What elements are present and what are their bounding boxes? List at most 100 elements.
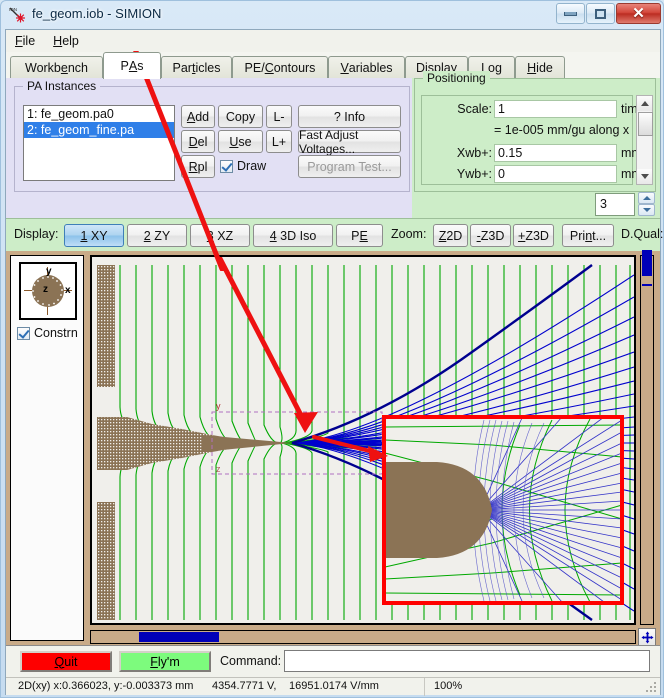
maximize-icon (595, 8, 606, 19)
tab-workbench[interactable]: Workb e nch (10, 56, 103, 78)
flym-label: Fly'm (150, 654, 180, 669)
tab-pe-contours[interactable]: PE/Contours (232, 56, 328, 78)
field-plot-canvas[interactable]: y z (90, 255, 636, 625)
status-voltage: 4354.7771 V, (212, 680, 277, 692)
rpl-label: Rpl (188, 159, 208, 174)
scale-label: Scale: (457, 102, 492, 116)
view-xz-button[interactable]: 3 XZ (190, 224, 250, 247)
positioning-group: Positioning Scale: times = 1e-005 mm/gu … (414, 71, 656, 192)
tab-strip: Workb e nch PAs Par t icles PE/Contours Vari… (10, 52, 660, 79)
window-title: fe_geom.iob - SIMION (32, 6, 162, 21)
scroll-down-arrow-icon[interactable] (637, 169, 652, 184)
ywb-label: Ywb+: (456, 167, 492, 181)
command-label: Command: (220, 654, 282, 668)
flym-button[interactable]: Fly'm (119, 651, 211, 672)
resize-grip-icon[interactable] (646, 682, 658, 694)
xwb-input[interactable] (494, 144, 617, 162)
copy-button[interactable]: Copy (218, 105, 263, 128)
dqual-spin-up[interactable] (638, 192, 655, 204)
status-separator (424, 678, 425, 696)
dqual-spinner[interactable] (638, 192, 655, 216)
view-xz-label: 3 XZ (206, 228, 234, 243)
display-toolbar: Display: 1 XY 2 ZY 3 XZ 4 3D Iso PE Zoom… (6, 218, 664, 251)
fast-adjust-label: Fast Adjust Voltages... (299, 127, 359, 156)
close-button[interactable]: ✕ (616, 3, 661, 24)
fast-adjust-voltages-button[interactable]: Fast Adjust Voltages... (298, 127, 401, 156)
axis-orientation-widget[interactable]: y x z (19, 262, 77, 320)
layer-plus-button[interactable]: L+ (266, 130, 292, 153)
list-item[interactable]: 1: fe_geom.pa0 (24, 106, 174, 122)
zoom-z2d-button[interactable]: Z2D (433, 224, 468, 247)
scroll-up-arrow-icon[interactable] (637, 96, 652, 111)
view-xy-button[interactable]: 1 XY (64, 224, 124, 247)
positioning-scrollbar[interactable] (636, 95, 653, 185)
zoom-minus-z3d-button[interactable]: -Z3D (470, 224, 511, 247)
lplus-label: L+ (271, 134, 287, 149)
layer-minus-button[interactable]: L- (266, 105, 292, 128)
tab-variables[interactable]: Variables (328, 56, 405, 78)
quit-label: Quit (54, 654, 78, 669)
status-zoom-percent: 100% (434, 680, 463, 692)
pa-instances-title: PA Instances (23, 79, 101, 93)
copy-label: Copy (225, 109, 256, 124)
maximize-button[interactable] (586, 3, 615, 24)
draw-checkbox-box (220, 159, 233, 173)
canvas-horizontal-scrollbar[interactable] (90, 630, 636, 644)
positioning-scroll-thumb[interactable] (638, 112, 653, 136)
pa-instances-group: PA Instances 1: fe_geom.pa0 2: fe_geom_f… (14, 79, 410, 192)
pe-button[interactable]: PE (336, 224, 383, 247)
minimize-button[interactable] (556, 3, 585, 24)
ywb-input[interactable] (494, 165, 617, 183)
pa-instances-list[interactable]: 1: fe_geom.pa0 2: fe_geom_fine.pa (23, 105, 175, 181)
info-label: ? Info (333, 109, 366, 124)
menu-item-file[interactable]: File (6, 32, 44, 50)
lminus-label: L- (273, 109, 285, 124)
scale-input[interactable] (494, 100, 617, 118)
pz3d-label: +Z3D (518, 228, 549, 243)
canvas-vscroll-thumb[interactable] (642, 250, 652, 276)
info-button[interactable]: ? Info (298, 105, 401, 128)
status-coordinates: 2D(xy) x:0.366023, y:-0.003373 mm (18, 680, 194, 692)
close-icon: ✕ (632, 5, 645, 22)
tab-pas[interactable]: PAs (103, 52, 161, 79)
dqual-spin-down[interactable] (638, 204, 655, 216)
view-3d-iso-button[interactable]: 4 3D Iso (253, 224, 333, 247)
view-zy-button[interactable]: 2 ZY (127, 224, 187, 247)
z2d-label: Z2D (438, 228, 463, 243)
dqual-input[interactable]: 3 (595, 193, 635, 216)
draw-checkbox[interactable]: Draw (220, 159, 266, 173)
del-button[interactable]: Del (181, 130, 215, 153)
quit-button[interactable]: Quit (20, 651, 112, 672)
view-3diso-label: 4 3D Iso (269, 228, 317, 243)
status-bar: 2D(xy) x:0.366023, y:-0.003373 mm 4354.7… (6, 677, 660, 696)
print-label: Print... (569, 228, 607, 243)
add-button[interactable]: Add (181, 105, 215, 128)
canvas-vscroll-marker (642, 284, 652, 286)
axis-label-y: y (46, 266, 52, 277)
rpl-button[interactable]: Rpl (181, 155, 215, 178)
positioning-fields: Scale: times = 1e-005 mm/gu along x Xwb+… (421, 95, 651, 185)
pan-button[interactable] (638, 628, 656, 646)
constrn-label: Constrn (34, 326, 78, 340)
positioning-title: Positioning (423, 71, 490, 85)
canvas-hscroll-thumb[interactable] (139, 632, 219, 642)
tab-hide[interactable]: Hide (515, 56, 565, 78)
print-button[interactable]: Print... (562, 224, 614, 247)
axis-sphere-dots (32, 276, 63, 306)
tab-particles[interactable]: Par t icles (161, 56, 232, 78)
field-plot-svg: y z (92, 257, 634, 623)
command-input[interactable] (284, 650, 650, 672)
use-button[interactable]: Use (218, 130, 263, 153)
constrn-checkbox[interactable]: Constrn (17, 326, 78, 340)
simion-main-window: ION fe_geom.iob - SIMION ✕ File Help Wor… (0, 0, 664, 698)
canvas-vertical-scrollbar[interactable] (640, 250, 654, 625)
svg-text:y: y (216, 401, 221, 411)
list-item[interactable]: 2: fe_geom_fine.pa (24, 122, 174, 138)
dqual-label: D.Qual: (621, 227, 664, 241)
pa-viewer: y x z Constrn y z (6, 51, 660, 646)
zoom-plus-z3d-button[interactable]: +Z3D (513, 224, 554, 247)
program-test-button: Program Test... (298, 155, 401, 178)
xwb-label: Xwb+: (456, 146, 492, 160)
menu-item-help[interactable]: Help (44, 32, 88, 50)
use-label: Use (229, 134, 252, 149)
